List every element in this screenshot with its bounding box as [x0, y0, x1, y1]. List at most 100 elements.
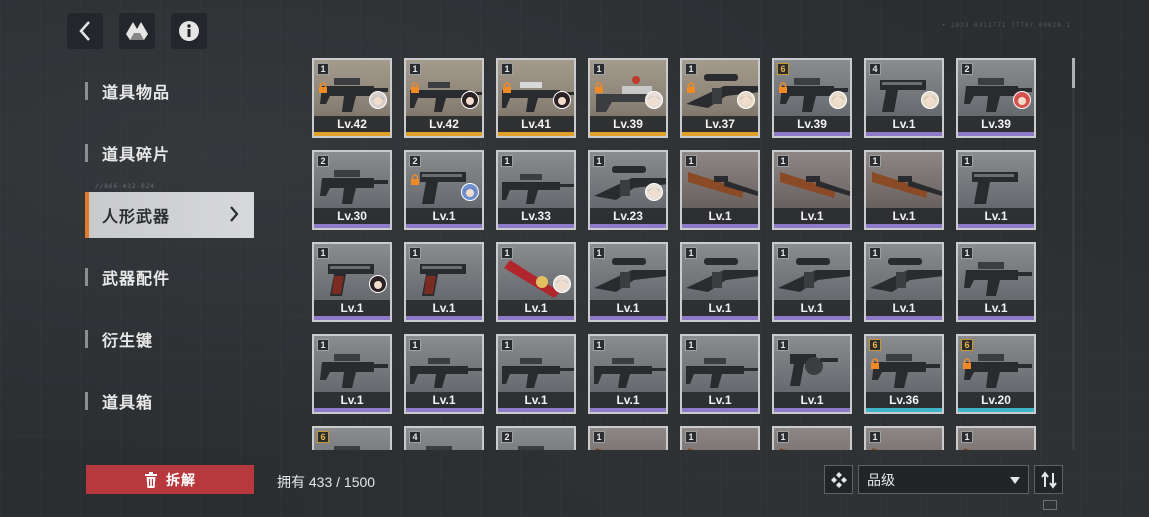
stack-count-badge: 2 — [961, 63, 973, 75]
sidebar-item-fragments[interactable]: 道具碎片 — [80, 130, 254, 176]
weapon-level: Lv.1 — [590, 392, 666, 412]
weapon-card[interactable]: 1 Lv.1 — [588, 242, 668, 322]
weapon-level: Lv.1 — [682, 392, 758, 412]
weapon-card[interactable]: 1 Lv.1 — [772, 334, 852, 414]
weapon-card[interactable]: 6 Lv.20 — [956, 334, 1036, 414]
weapon-grid-viewport[interactable]: 1 Lv.42 1 Lv.42 1 Lv.41 1 Lv.39 1 Lv.37 6 Lv.39 4 Lv.… — [308, 54, 1068, 450]
sidebar-item-code: //866-432-024 — [95, 183, 155, 190]
drive-icon — [126, 22, 148, 40]
character-avatar-icon — [461, 91, 479, 109]
weapon-card[interactable]: 1 Lv.1 — [864, 242, 944, 322]
top-toolbar — [66, 12, 208, 50]
weapon-level: Lv.1 — [682, 208, 758, 228]
weapon-card[interactable]: 1 Lv.1 — [312, 242, 392, 322]
sidebar-item-boxes[interactable]: 道具箱 — [80, 378, 254, 424]
sidebar-item-label: 衍生键 — [102, 333, 154, 350]
item-marker — [85, 144, 88, 162]
weapon-card[interactable]: 1 Lv.1 — [404, 242, 484, 322]
stack-count-badge: 1 — [777, 247, 789, 259]
weapon-card[interactable]: 1 Lv.1 — [956, 150, 1036, 230]
weapon-card[interactable]: 1 Lv.33 — [496, 150, 576, 230]
weapon-grid: 1 Lv.42 1 Lv.42 1 Lv.41 1 Lv.39 1 Lv.37 6 Lv.39 4 Lv.… — [312, 58, 1036, 450]
sort-select[interactable]: 品级 — [858, 465, 1029, 494]
weapon-card[interactable]: 4 — [404, 426, 484, 450]
drive-button[interactable] — [118, 12, 156, 50]
weapon-card[interactable]: 1 Lv.1 — [496, 334, 576, 414]
filter-button[interactable] — [824, 465, 853, 494]
weapon-card[interactable]: 1 Lv.1 — [680, 334, 760, 414]
character-avatar-icon — [645, 91, 663, 109]
dismantle-button[interactable]: 拆解 — [86, 465, 254, 494]
weapon-card[interactable]: 1 Lv.1 — [496, 242, 576, 322]
weapon-level: Lv.1 — [590, 300, 666, 320]
weapon-card[interactable]: 1 Lv.39 — [588, 58, 668, 138]
weapon-level: Lv.1 — [958, 300, 1034, 320]
weapon-level: Lv.1 — [866, 208, 942, 228]
stack-count-badge: 1 — [501, 247, 513, 259]
weapon-level: Lv.1 — [314, 300, 390, 320]
weapon-card[interactable]: 1 Lv.1 — [864, 150, 944, 230]
weapon-card[interactable]: 1 Lv.1 — [772, 242, 852, 322]
character-avatar-icon — [553, 91, 571, 109]
sort-select-value: 品级 — [867, 471, 895, 488]
weapon-card[interactable]: 1 Lv.1 — [588, 334, 668, 414]
weapon-card[interactable]: 1 Lv.1 — [312, 334, 392, 414]
decorative-code-text: • 2023 0312771 77707 00028 1 — [941, 22, 1071, 29]
sidebar-item-attachments[interactable]: 武器配件 — [80, 254, 254, 300]
stack-count-badge: 1 — [593, 63, 605, 75]
caret-down-icon — [1010, 477, 1020, 484]
character-avatar-icon — [737, 91, 755, 109]
weapon-card[interactable]: 2 Lv.30 — [312, 150, 392, 230]
sidebar-item-items[interactable]: 道具物品 — [80, 68, 254, 114]
owned-count: 拥有 433 / 1500 — [277, 474, 376, 490]
stack-count-badge: 1 — [409, 247, 421, 259]
weapon-level: Lv.1 — [682, 300, 758, 320]
stack-count-badge: 1 — [409, 63, 421, 75]
weapon-card[interactable]: 1 — [772, 426, 852, 450]
chevron-right-icon — [230, 206, 239, 222]
weapon-card[interactable]: 1 Lv.1 — [956, 242, 1036, 322]
item-marker — [85, 82, 88, 100]
weapon-card[interactable]: 1 Lv.1 — [404, 334, 484, 414]
weapon-level: Lv.41 — [498, 116, 574, 136]
weapon-card[interactable]: 6 — [312, 426, 392, 450]
weapon-card[interactable]: 2 Lv.1 — [404, 150, 484, 230]
stack-count-badge: 1 — [593, 155, 605, 167]
weapon-card[interactable]: 2 Lv.39 — [956, 58, 1036, 138]
weapon-card[interactable]: 1 — [864, 426, 944, 450]
weapon-card[interactable]: 2 — [496, 426, 576, 450]
scrollbar-thumb[interactable] — [1072, 58, 1075, 88]
weapon-level: Lv.42 — [406, 116, 482, 136]
stack-count-badge: 4 — [869, 63, 881, 75]
weapon-level: Lv.1 — [406, 392, 482, 412]
lock-icon — [778, 80, 788, 93]
sort-order-button[interactable] — [1034, 465, 1063, 494]
weapon-card[interactable]: 4 Lv.1 — [864, 58, 944, 138]
weapon-level: Lv.1 — [958, 208, 1034, 228]
sidebar-item-doll-weapons[interactable]: //866-432-024 人形武器 — [85, 183, 254, 238]
weapon-card[interactable]: 1 Lv.41 — [496, 58, 576, 138]
stack-count-badge: 1 — [501, 155, 513, 167]
weapon-card[interactable]: 6 Lv.39 — [772, 58, 852, 138]
weapon-card[interactable]: 6 Lv.36 — [864, 334, 944, 414]
stack-count-badge: 1 — [961, 155, 973, 167]
lock-icon — [962, 356, 972, 369]
stack-count-badge: 1 — [777, 155, 789, 167]
weapon-card[interactable]: 1 Lv.23 — [588, 150, 668, 230]
back-button[interactable] — [66, 12, 104, 50]
item-marker — [85, 392, 88, 410]
stack-count-badge: 1 — [317, 63, 329, 75]
info-button[interactable] — [170, 12, 208, 50]
weapon-card[interactable]: 1 — [588, 426, 668, 450]
weapon-level: Lv.33 — [498, 208, 574, 228]
weapon-level: Lv.1 — [774, 392, 850, 412]
weapon-card[interactable]: 1 Lv.42 — [404, 58, 484, 138]
weapon-card[interactable]: 1 Lv.42 — [312, 58, 392, 138]
weapon-card[interactable]: 1 Lv.1 — [772, 150, 852, 230]
weapon-card[interactable]: 1 Lv.1 — [680, 150, 760, 230]
weapon-card[interactable]: 1 — [680, 426, 760, 450]
weapon-card[interactable]: 1 — [956, 426, 1036, 450]
sidebar-item-derived-keys[interactable]: 衍生键 — [80, 316, 254, 362]
weapon-card[interactable]: 1 Lv.1 — [680, 242, 760, 322]
weapon-card[interactable]: 1 Lv.37 — [680, 58, 760, 138]
